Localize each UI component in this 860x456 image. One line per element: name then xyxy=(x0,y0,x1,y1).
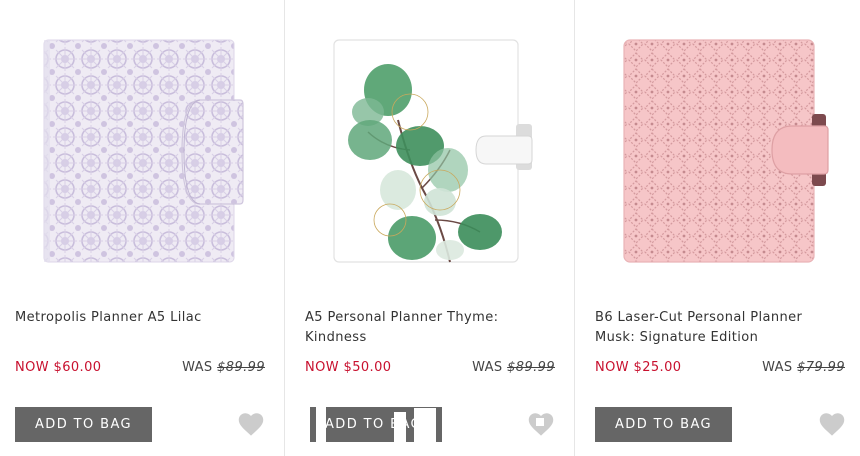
product-title[interactable]: Metropolis Planner A5 Lilac xyxy=(15,308,265,328)
product-card: Metropolis Planner A5 Lilac NOW $60.00 W… xyxy=(0,0,285,456)
lilac-planner-image[interactable] xyxy=(0,20,285,282)
original-price: WAS $79.99 xyxy=(762,360,845,375)
product-card: A5 Personal Planner Thyme: Kindness NOW … xyxy=(290,0,575,456)
price-row: NOW $60.00 WAS $89.99 xyxy=(15,360,265,378)
eucalyptus-planner-image[interactable] xyxy=(290,20,575,282)
was-label: WAS xyxy=(762,360,793,375)
was-price: $89.99 xyxy=(507,360,555,375)
was-price: $89.99 xyxy=(217,360,265,375)
sale-price: NOW $50.00 xyxy=(305,360,392,375)
product-title[interactable]: B6 Laser-Cut Personal Planner Musk: Sign… xyxy=(595,308,845,348)
pink-laser-cut-planner-image[interactable] xyxy=(580,20,860,282)
was-label: WAS xyxy=(182,360,213,375)
was-price: $79.99 xyxy=(797,360,845,375)
product-title[interactable]: A5 Personal Planner Thyme: Kindness xyxy=(305,308,555,348)
heart-icon[interactable] xyxy=(818,411,846,437)
add-to-bag-button[interactable]: ADD TO BAG xyxy=(595,407,732,442)
heart-icon[interactable] xyxy=(237,411,265,437)
sale-price: NOW $60.00 xyxy=(15,360,102,375)
product-grid: Metropolis Planner A5 Lilac NOW $60.00 W… xyxy=(0,0,860,456)
add-to-bag-button[interactable]: ADD TO BAG xyxy=(305,407,442,442)
add-to-bag-button[interactable]: ADD TO BAG xyxy=(15,407,152,442)
original-price: WAS $89.99 xyxy=(472,360,555,375)
original-price: WAS $89.99 xyxy=(182,360,265,375)
was-label: WAS xyxy=(472,360,503,375)
product-card: B6 Laser-Cut Personal Planner Musk: Sign… xyxy=(580,0,860,456)
heart-icon[interactable] xyxy=(527,411,555,437)
price-row: NOW $25.00 WAS $79.99 xyxy=(595,360,845,378)
sale-price: NOW $25.00 xyxy=(595,360,682,375)
price-row: NOW $50.00 WAS $89.99 xyxy=(305,360,555,378)
